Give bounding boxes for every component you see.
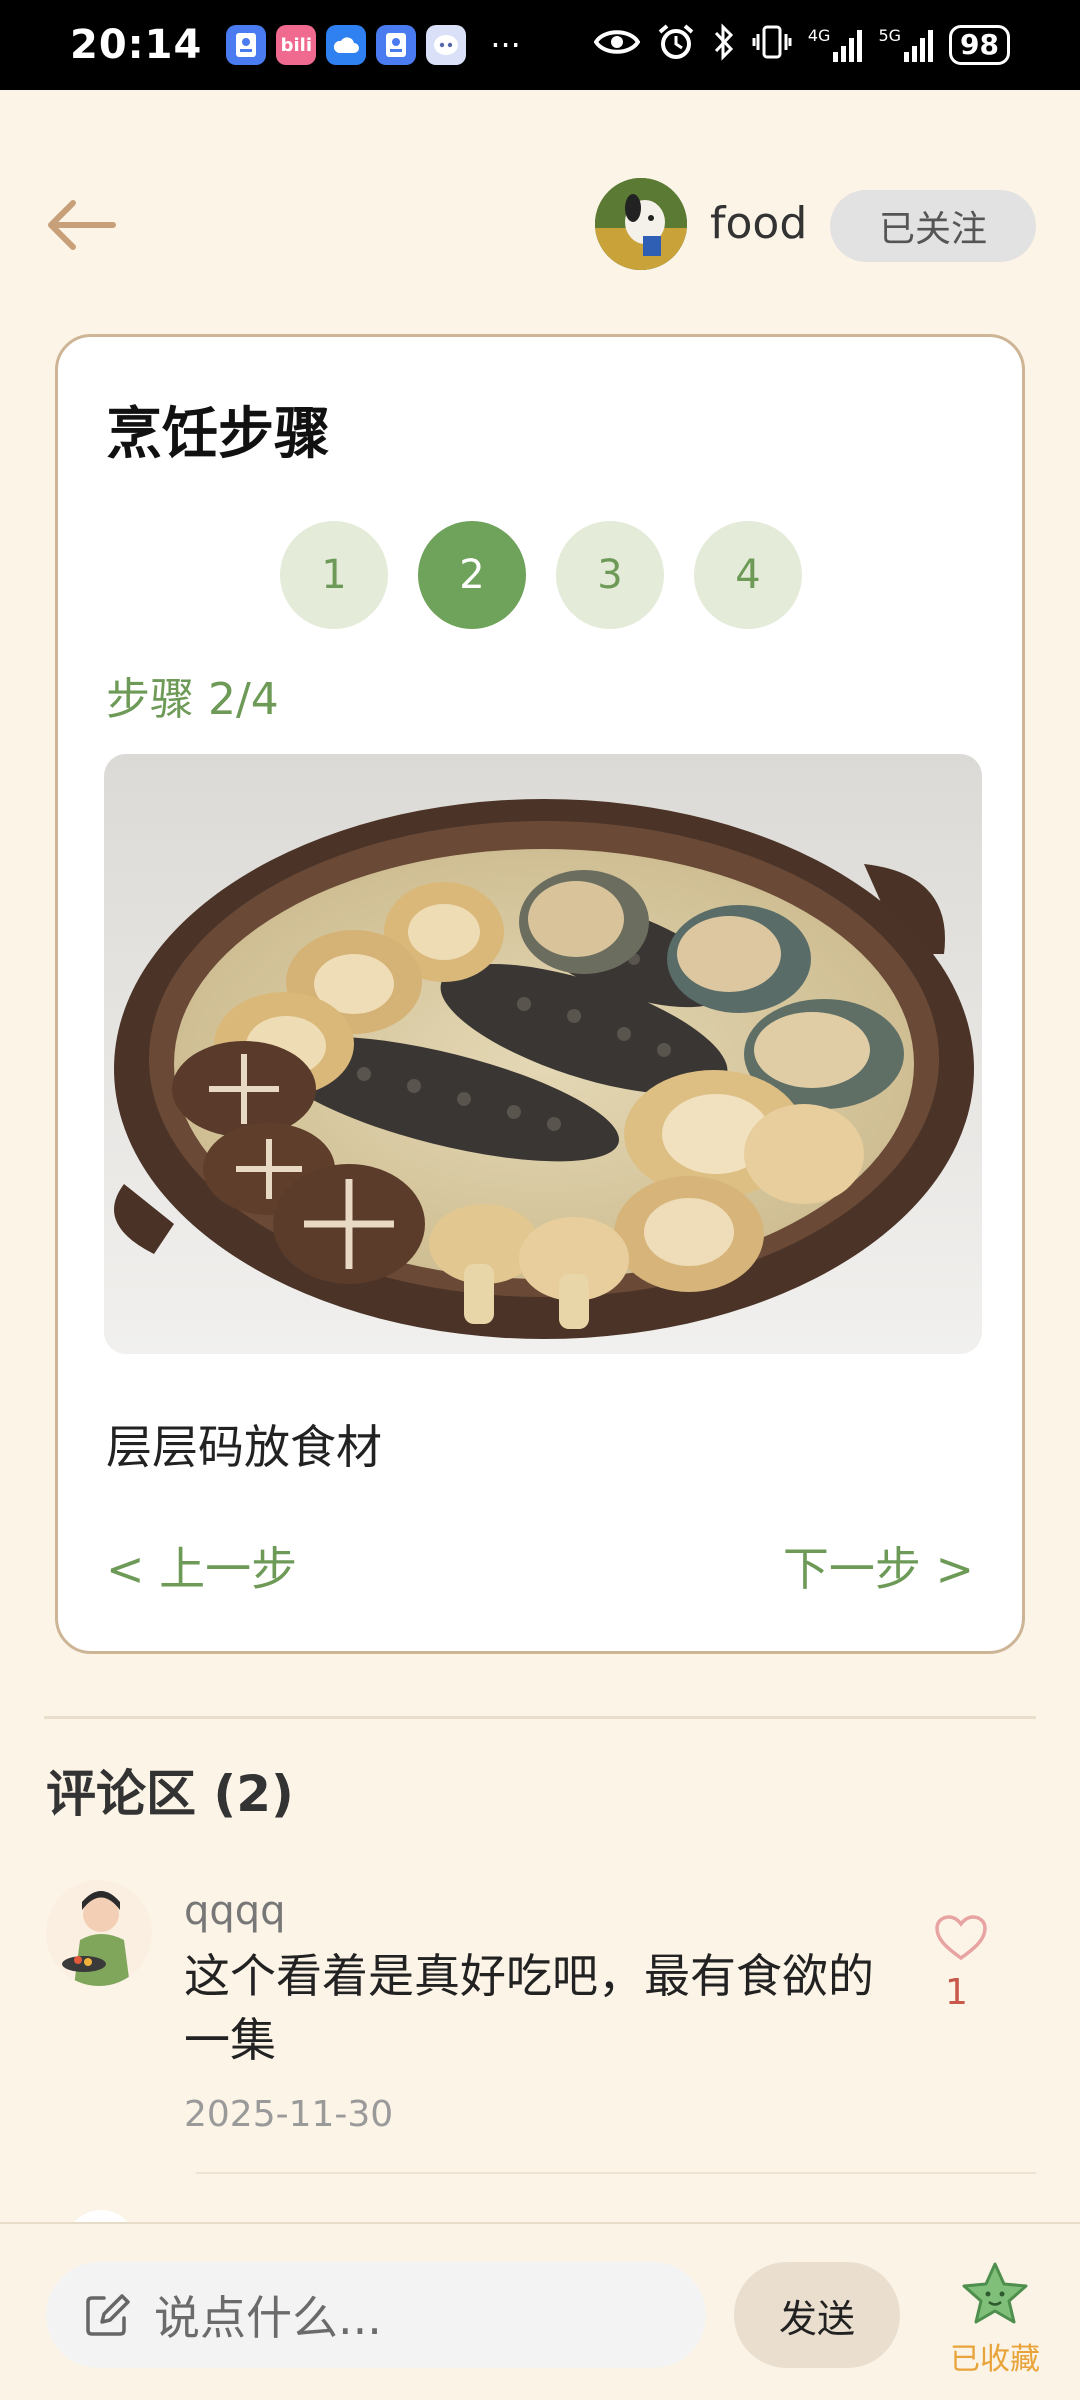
status-app-icons: bili ···: [226, 25, 521, 65]
assistant-icon: [426, 25, 467, 65]
id-card-icon: [226, 25, 267, 65]
edit-icon: [86, 2294, 130, 2336]
comment-input-placeholder: 说点什么...: [154, 2291, 382, 2345]
alarm-icon: [656, 22, 696, 69]
step-progress-label: 步骤 2/4: [106, 674, 279, 725]
commenter-avatar[interactable]: [46, 1880, 152, 1986]
eye-icon: [593, 27, 641, 64]
status-bar: 20:14 bili ··· 4G 5G 98: [0, 0, 1080, 90]
cloud-icon: [326, 25, 367, 65]
follow-button[interactable]: 已关注: [830, 190, 1036, 262]
favorite-label: 已收藏: [950, 2342, 1040, 2377]
step-photo: [104, 754, 982, 1354]
comment-separator: [196, 2172, 1036, 2174]
author-name[interactable]: food: [710, 198, 807, 249]
send-button[interactable]: 发送: [734, 2262, 900, 2368]
status-indicators: 4G 5G 98: [593, 22, 1010, 69]
like-count: 1: [945, 1972, 968, 2013]
step-dot-3[interactable]: 3: [556, 521, 664, 629]
bilibili-icon: bili: [276, 25, 317, 65]
star-icon: [962, 2262, 1028, 2324]
comment-date: 2025-11-30: [184, 2094, 394, 2135]
signal-icon: 5G: [878, 26, 934, 62]
comment-item: qqqq 这个看着是真好吃吧，最有食欲的一集 2025-11-30 1: [0, 1880, 1080, 2150]
next-step-button[interactable]: 下一步 >: [783, 1533, 974, 1599]
comment-text: 这个看着是真好吃吧，最有食欲的一集: [184, 1949, 874, 2067]
author-avatar[interactable]: [595, 178, 687, 270]
comments-title: 评论区 (2): [46, 1765, 294, 1823]
status-time: 20:14: [70, 22, 203, 68]
signal-icon: 4G: [808, 28, 863, 62]
section-divider: [44, 1716, 1036, 1719]
network-type-label: 4G: [807, 26, 831, 45]
id-card-icon: [376, 25, 417, 65]
bluetooth-icon: [712, 22, 736, 68]
cooking-steps-card: 烹饪步骤 1 2 3 4 步骤 2/4 层层码放食材 < 上一步 下一步 >: [55, 334, 1025, 1654]
commenter-name[interactable]: qqqq: [184, 1888, 286, 1934]
header: food 已关注: [0, 170, 1080, 280]
arrow-left-icon: [48, 200, 116, 250]
heart-icon: [935, 1915, 987, 1961]
step-dot-1[interactable]: 1: [280, 521, 388, 629]
step-dot-2[interactable]: 2: [418, 521, 526, 629]
card-title: 烹饪步骤: [106, 402, 330, 467]
comment-input[interactable]: 说点什么...: [46, 2262, 706, 2368]
like-button[interactable]: [930, 1908, 992, 1968]
favorite-button[interactable]: 已收藏: [940, 2260, 1050, 2380]
previous-step-button[interactable]: < 上一步: [106, 1533, 297, 1599]
battery-indicator: 98: [949, 25, 1010, 65]
step-dot-4[interactable]: 4: [694, 521, 802, 629]
step-selector: 1 2 3 4: [280, 521, 802, 629]
step-description: 层层码放食材: [106, 1420, 382, 1474]
more-notifications-icon: ···: [490, 26, 521, 64]
bottom-bar: 说点什么... 发送 已收藏: [0, 2222, 1080, 2400]
back-button[interactable]: [40, 190, 120, 260]
network-type-label: 5G: [878, 26, 902, 45]
vibrate-icon: [752, 24, 792, 67]
